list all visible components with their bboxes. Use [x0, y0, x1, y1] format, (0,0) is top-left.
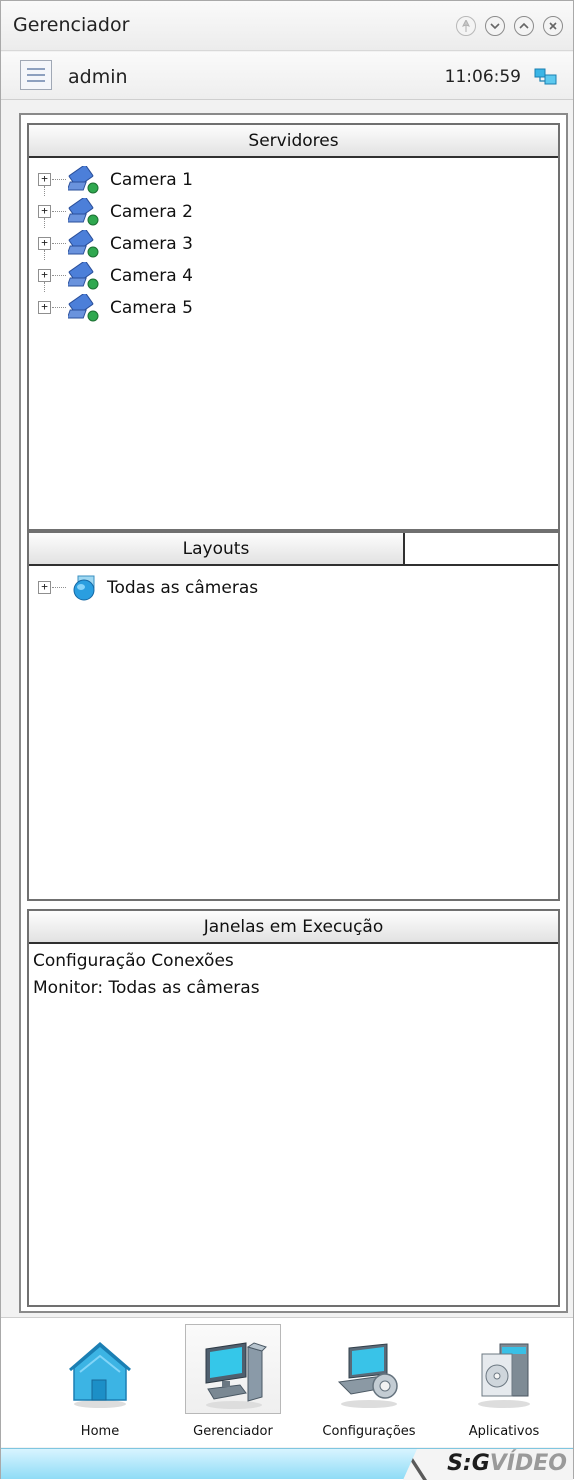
expand-icon[interactable]: + — [38, 269, 51, 282]
layout-label: Todas as câmeras — [107, 578, 259, 598]
camera-label: Camera 4 — [110, 266, 193, 286]
network-status-icon[interactable] — [533, 65, 559, 89]
user-bar: admin 11:06:59 — [1, 52, 573, 100]
nav-applications-label: Aplicativos — [468, 1424, 540, 1439]
camera-server-icon — [68, 166, 99, 194]
chevron-down-icon[interactable] — [485, 16, 505, 36]
layouts-header: Layouts — [29, 533, 558, 566]
footer-bar: S:GVÍDEO — [1, 1448, 573, 1480]
camera-label: Camera 2 — [110, 202, 193, 222]
tree-item-camera-2[interactable]: + Camera 2 — [29, 196, 558, 228]
expand-icon[interactable]: + — [38, 205, 51, 218]
camera-server-icon — [68, 262, 99, 290]
close-icon[interactable] — [543, 16, 563, 36]
layouts-panel: Layouts + Todas as câmeras — [27, 531, 560, 901]
expand-icon[interactable]: + — [38, 301, 51, 314]
servers-header: Servidores — [29, 125, 558, 158]
applications-icon — [478, 1343, 530, 1408]
nav-home-label: Home — [80, 1424, 120, 1439]
logo-part-1: S:G — [447, 1451, 490, 1476]
tree-item-all-cameras[interactable]: + Todas as câmeras — [29, 572, 558, 604]
manager-window: Gerenciador admin 11:06:59 Servidores + … — [0, 0, 574, 1480]
window-controls — [456, 16, 563, 36]
nav-home[interactable]: Home — [45, 1322, 155, 1444]
tree-item-camera-3[interactable]: + Camera 3 — [29, 228, 558, 260]
tree-item-camera-4[interactable]: + Camera 4 — [29, 260, 558, 292]
servers-panel: Servidores + Camera 1 + Camera 2 + Camer… — [27, 123, 560, 531]
expand-icon[interactable]: + — [38, 581, 51, 594]
layouts-header-filler — [405, 533, 558, 564]
window-title: Gerenciador — [13, 14, 130, 36]
home-icon — [69, 1342, 131, 1408]
running-windows-list: Configuração Conexões Monitor: Todas as … — [29, 944, 558, 1002]
layouts-title: Layouts — [29, 533, 405, 564]
camera-server-icon — [68, 230, 99, 258]
camera-server-icon — [68, 198, 99, 226]
running-windows-panel: Janelas em Execução Configuração Conexõe… — [27, 909, 560, 1307]
nav-settings-label: Configurações — [322, 1424, 416, 1439]
nav-manager[interactable]: Gerenciador — [181, 1322, 285, 1444]
username: admin — [68, 66, 128, 88]
tree-item-camera-5[interactable]: + Camera 5 — [29, 292, 558, 324]
running-window-item[interactable]: Configuração Conexões — [33, 948, 558, 975]
expand-icon[interactable]: + — [38, 173, 51, 186]
camera-label: Camera 3 — [110, 234, 193, 254]
nav-manager-label: Gerenciador — [193, 1424, 273, 1439]
nav-applications[interactable]: Aplicativos — [449, 1322, 559, 1444]
layouts-tree: + Todas as câmeras — [29, 566, 558, 604]
logo-part-2: VÍDEO — [489, 1451, 567, 1476]
brand-logo: S:GVÍDEO — [403, 1449, 573, 1480]
chevron-up-icon[interactable] — [514, 16, 534, 36]
bottom-navigation: Home Gerenciador Configurações Aplicativ… — [1, 1317, 573, 1447]
layout-globe-icon — [73, 575, 95, 601]
camera-label: Camera 5 — [110, 298, 193, 318]
running-windows-title: Janelas em Execução — [203, 916, 384, 937]
expand-icon[interactable]: + — [38, 237, 51, 250]
pin-icon[interactable] — [456, 16, 476, 36]
tree-item-camera-1[interactable]: + Camera 1 — [29, 164, 558, 196]
nav-settings[interactable]: Configurações — [303, 1322, 435, 1444]
running-window-item[interactable]: Monitor: Todas as câmeras — [33, 975, 558, 1002]
servers-title: Servidores — [248, 130, 339, 151]
clock: 11:06:59 — [444, 67, 521, 87]
main-panel-container: Servidores + Camera 1 + Camera 2 + Camer… — [19, 113, 568, 1313]
servers-tree: + Camera 1 + Camera 2 + Camera 3 + Camer… — [29, 158, 558, 324]
camera-label: Camera 1 — [110, 170, 193, 190]
running-windows-header: Janelas em Execução — [29, 911, 558, 944]
settings-laptop-icon — [337, 1343, 398, 1408]
computer-icon — [205, 1342, 267, 1409]
title-bar: Gerenciador — [1, 1, 573, 51]
user-list-icon[interactable] — [20, 60, 52, 90]
camera-server-icon — [68, 294, 99, 322]
